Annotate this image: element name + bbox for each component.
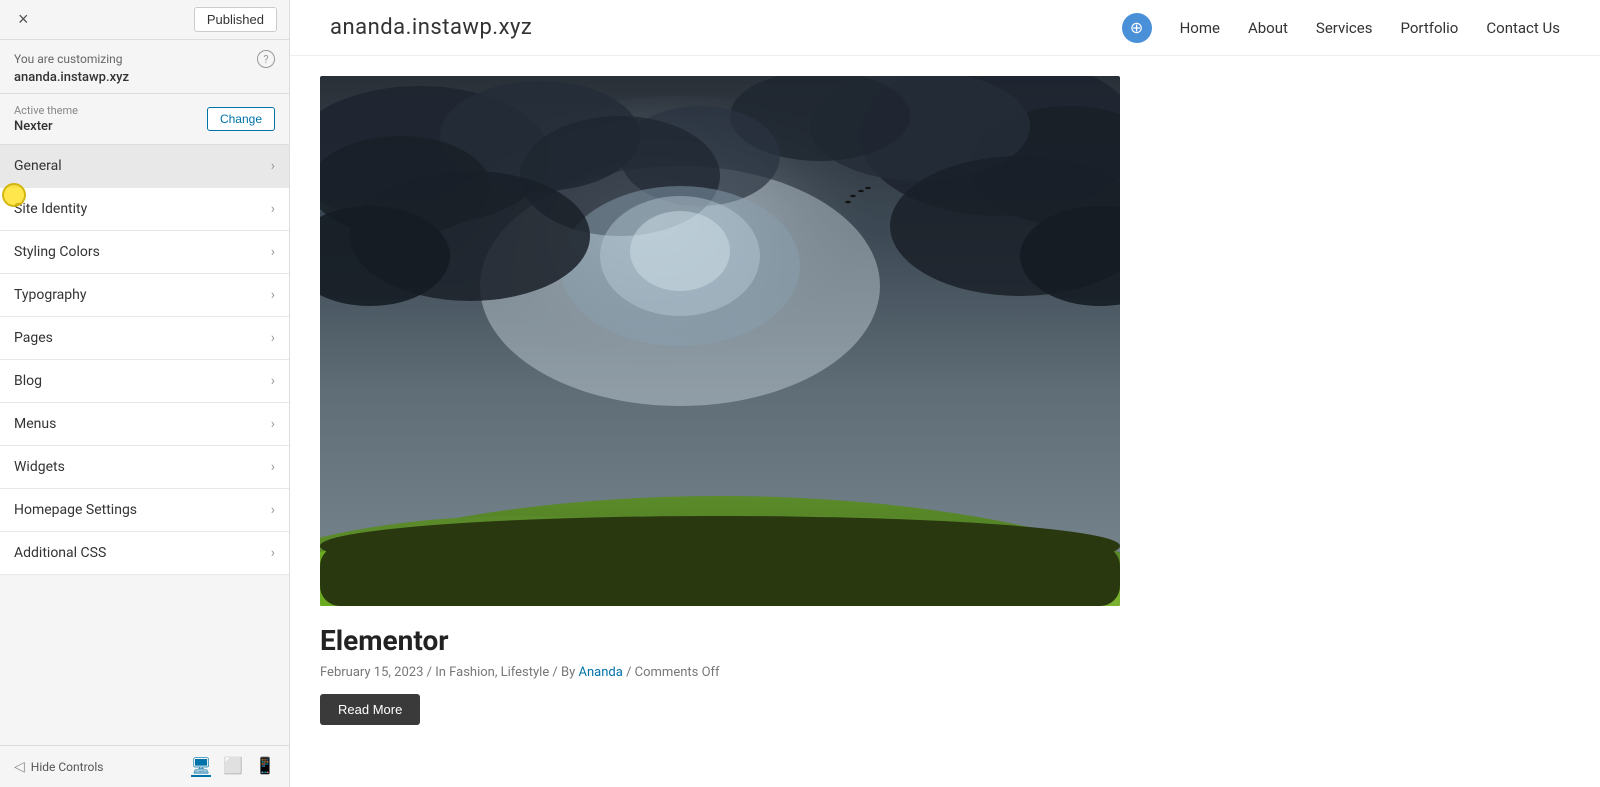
- sidebar-item-label-site-identity: Site Identity: [14, 201, 87, 217]
- theme-label: Active theme: [14, 104, 78, 117]
- theme-section: Active theme Nexter Change: [0, 94, 289, 145]
- chevron-right-icon: ›: [271, 459, 275, 475]
- nav-link-services[interactable]: Services: [1316, 19, 1373, 37]
- customizing-label: You are customizing: [14, 52, 123, 66]
- sidebar-item-blog[interactable]: Blog ›: [0, 360, 289, 403]
- site-title: ananda.instawp.xyz: [330, 15, 532, 40]
- chevron-right-icon: ›: [271, 330, 275, 346]
- sidebar-item-general[interactable]: General ›: [0, 145, 289, 188]
- chevron-right-icon: ›: [271, 158, 275, 174]
- theme-info: Active theme Nexter: [14, 104, 78, 134]
- post-comments: / Comments Off: [626, 665, 720, 680]
- published-button[interactable]: Published: [194, 7, 277, 32]
- sidebar-item-site-identity[interactable]: Site Identity ›: [0, 188, 289, 231]
- chevron-right-icon: ›: [271, 416, 275, 432]
- sidebar-item-additional-css[interactable]: Additional CSS ›: [0, 532, 289, 575]
- nav-link-about[interactable]: About: [1248, 19, 1288, 37]
- eye-icon: ◁: [14, 759, 25, 775]
- sidebar-item-homepage-settings[interactable]: Homepage Settings ›: [0, 489, 289, 532]
- sidebar-item-pages[interactable]: Pages ›: [0, 317, 289, 360]
- main-preview: ananda.instawp.xyz ⊕ Home About Services…: [290, 0, 1600, 787]
- sidebar-item-label-widgets: Widgets: [14, 459, 65, 475]
- preview-content: Elementor February 15, 2023 / In Fashion…: [290, 56, 1600, 787]
- nav-link-home[interactable]: Home: [1180, 19, 1220, 37]
- post-date: February 15, 2023: [320, 665, 423, 680]
- sidebar-topbar: × Published: [0, 0, 289, 40]
- chevron-right-icon: ›: [271, 201, 275, 217]
- post-meta: February 15, 2023 / In Fashion, Lifestyl…: [320, 665, 1140, 680]
- sidebar-item-label-styling-colors: Styling Colors: [14, 244, 100, 260]
- preview-nav: ananda.instawp.xyz ⊕ Home About Services…: [290, 0, 1600, 56]
- chevron-right-icon: ›: [271, 244, 275, 260]
- customizing-section: You are customizing ? ananda.instawp.xyz: [0, 40, 289, 94]
- hide-controls-button[interactable]: ◁ Hide Controls: [14, 759, 103, 775]
- customizing-site-url: ananda.instawp.xyz: [14, 70, 275, 85]
- sidebar: × Published You are customizing ? ananda…: [0, 0, 290, 787]
- sidebar-item-label-menus: Menus: [14, 416, 56, 432]
- nav-brand-icon: ⊕: [1122, 13, 1152, 43]
- hide-controls-label: Hide Controls: [31, 760, 104, 774]
- sidebar-item-label-homepage-settings: Homepage Settings: [14, 502, 137, 518]
- nav-link-contact[interactable]: Contact Us: [1486, 19, 1560, 37]
- chevron-right-icon: ›: [271, 502, 275, 518]
- sidebar-item-label-typography: Typography: [14, 287, 86, 303]
- sidebar-item-label-blog: Blog: [14, 373, 42, 389]
- read-more-button[interactable]: Read More: [320, 694, 420, 725]
- post-title: Elementor: [320, 624, 1140, 657]
- post-meta-in: / In Fashion, Lifestyle / By: [427, 665, 579, 680]
- post-card: Elementor February 15, 2023 / In Fashion…: [320, 76, 1140, 725]
- post-author[interactable]: Ananda: [579, 665, 623, 680]
- device-icons: 🖥 ⬜ 📱: [191, 756, 275, 777]
- mobile-icon[interactable]: 📱: [255, 756, 275, 777]
- sidebar-item-typography[interactable]: Typography ›: [0, 274, 289, 317]
- sidebar-item-widgets[interactable]: Widgets ›: [0, 446, 289, 489]
- sidebar-item-styling-colors[interactable]: Styling Colors ›: [0, 231, 289, 274]
- sidebar-item-label-general: General: [14, 158, 62, 174]
- post-image: [320, 76, 1120, 606]
- nav-link-portfolio[interactable]: Portfolio: [1400, 19, 1458, 37]
- sidebar-item-label-additional-css: Additional CSS: [14, 545, 106, 561]
- help-icon[interactable]: ?: [257, 50, 275, 68]
- desktop-icon[interactable]: 🖥: [191, 756, 211, 777]
- change-theme-button[interactable]: Change: [207, 107, 275, 131]
- theme-name: Nexter: [14, 119, 78, 134]
- sidebar-item-label-pages: Pages: [14, 330, 53, 346]
- sidebar-footer: ◁ Hide Controls 🖥 ⬜ 📱: [0, 745, 289, 787]
- sidebar-item-menus[interactable]: Menus ›: [0, 403, 289, 446]
- chevron-right-icon: ›: [271, 373, 275, 389]
- nav-right: ⊕ Home About Services Portfolio Contact …: [1122, 13, 1560, 43]
- chevron-right-icon: ›: [271, 545, 275, 561]
- tablet-icon[interactable]: ⬜: [223, 756, 243, 777]
- close-button[interactable]: ×: [12, 7, 35, 32]
- chevron-right-icon: ›: [271, 287, 275, 303]
- sidebar-menu: General › Site Identity › Styling Colors…: [0, 145, 289, 745]
